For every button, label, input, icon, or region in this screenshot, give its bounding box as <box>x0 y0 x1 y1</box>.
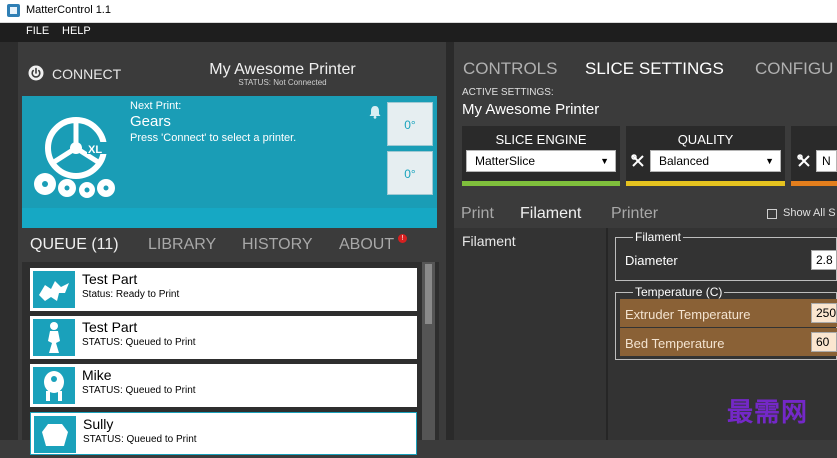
connect-button[interactable]: CONNECT <box>28 60 128 86</box>
queue-scroll-thumb[interactable] <box>425 264 432 324</box>
tab-history[interactable]: HISTORY <box>242 236 313 254</box>
wrench-icon[interactable] <box>631 154 645 168</box>
queue-item-status: STATUS: Queued to Print <box>82 385 196 396</box>
show-all-label: Show All S <box>783 207 836 219</box>
queue-item[interactable]: Mike STATUS: Queued to Print <box>30 364 417 407</box>
tab-configuration[interactable]: CONFIGU <box>755 59 833 79</box>
figure-part-icon <box>48 322 60 353</box>
next-print-hint: Press 'Connect' to select a printer. <box>130 132 297 144</box>
extruder-temp-display[interactable]: 0° <box>387 102 433 146</box>
queue-item-name: Sully <box>83 416 114 432</box>
queue-item[interactable]: Test Part STATUS: Queued to Print <box>30 316 417 359</box>
svg-text:XL: XL <box>88 144 102 156</box>
chevron-down-icon: ▼ <box>765 156 774 166</box>
slice-engine-value: MatterSlice <box>475 154 536 168</box>
power-icon <box>28 65 44 81</box>
menu-help[interactable]: HELP <box>62 25 91 37</box>
queue-thumbnail <box>33 271 75 308</box>
sully-part-icon <box>42 424 68 446</box>
bed-temp-display[interactable]: 0° <box>387 151 433 195</box>
queue-item[interactable]: Sully STATUS: Queued to Print <box>30 412 417 455</box>
queue-thumbnail <box>34 416 76 453</box>
menu-bar <box>0 23 837 42</box>
category-filament[interactable]: Filament <box>462 233 516 249</box>
filament-group-legend: Filament <box>633 230 684 244</box>
bell-icon[interactable] <box>368 105 382 119</box>
queue-item-status: STATUS: Queued to Print <box>82 337 196 348</box>
queue-thumbnail <box>33 367 75 404</box>
app-icon <box>7 4 20 17</box>
slice-engine-select[interactable]: MatterSlice ▼ <box>466 150 616 172</box>
material-value: N <box>822 154 831 168</box>
active-settings-label: ACTIVE SETTINGS: <box>462 87 554 98</box>
wrench-icon[interactable] <box>797 154 811 168</box>
quality-title: QUALITY <box>677 132 734 147</box>
subtab-filament[interactable]: Filament <box>520 205 581 223</box>
chevron-down-icon: ▼ <box>600 156 609 166</box>
slice-engine-title: SLICE ENGINE <box>495 132 587 147</box>
extruder-temp-input[interactable]: 250 <box>811 303 837 323</box>
queue-thumbnail <box>33 319 75 356</box>
bed-temp-input[interactable]: 60 <box>811 332 837 352</box>
mike-part-icon <box>44 371 64 401</box>
temperature-group-legend: Temperature (C) <box>633 285 725 299</box>
material-color-bar <box>791 181 837 186</box>
diameter-input[interactable]: 2.8 <box>811 250 837 270</box>
about-notification-badge: ! <box>398 234 407 243</box>
pane-divider[interactable] <box>446 42 454 440</box>
watermark-logo: 最需网 <box>727 397 809 427</box>
tab-queue[interactable]: QUEUE (11) <box>30 236 119 254</box>
active-settings-value: My Awesome Printer <box>462 101 600 118</box>
subtab-print[interactable]: Print <box>461 205 494 223</box>
connect-label: CONNECT <box>52 66 122 82</box>
queue-item-name: Test Part <box>82 319 138 335</box>
quality-color-bar <box>626 181 785 186</box>
next-print-label: Next Print: <box>130 100 182 112</box>
window-title: MatterControl 1.1 <box>26 4 111 16</box>
next-print-title: Gears <box>130 113 171 130</box>
material-select[interactable]: N <box>816 150 837 172</box>
printer-status: STATUS: Not Connected <box>238 78 327 87</box>
tab-library[interactable]: LIBRARY <box>148 236 216 254</box>
dragon-part-icon <box>39 281 69 301</box>
printer-name: My Awesome Printer <box>209 61 356 78</box>
queue-item-status: Status: Ready to Print <box>82 289 180 300</box>
queue-item-name: Mike <box>82 367 112 383</box>
queue-item-name: Test Part <box>82 271 138 287</box>
tab-controls[interactable]: CONTROLS <box>463 59 557 79</box>
tab-slice-settings[interactable]: SLICE SETTINGS <box>585 59 724 79</box>
extruder-temp-label: Extruder Temperature <box>625 307 751 322</box>
quality-select[interactable]: Balanced ▼ <box>650 150 781 172</box>
print-panel-footer <box>22 208 437 228</box>
window-titlebar <box>0 0 837 23</box>
mattercontrol-logo-icon: XL <box>34 117 115 198</box>
group-separator <box>606 228 608 440</box>
queue-item[interactable]: Test Part Status: Ready to Print <box>30 268 417 311</box>
left-edge <box>0 42 18 440</box>
tab-about[interactable]: ABOUT <box>339 236 394 254</box>
show-all-checkbox[interactable] <box>767 209 777 219</box>
slice-engine-color-bar <box>462 181 620 186</box>
diameter-label: Diameter <box>625 253 678 268</box>
subtab-printer[interactable]: Printer <box>611 205 658 223</box>
menu-file[interactable]: FILE <box>26 25 49 37</box>
quality-value: Balanced <box>659 154 710 168</box>
bed-temp-label: Bed Temperature <box>625 336 725 351</box>
